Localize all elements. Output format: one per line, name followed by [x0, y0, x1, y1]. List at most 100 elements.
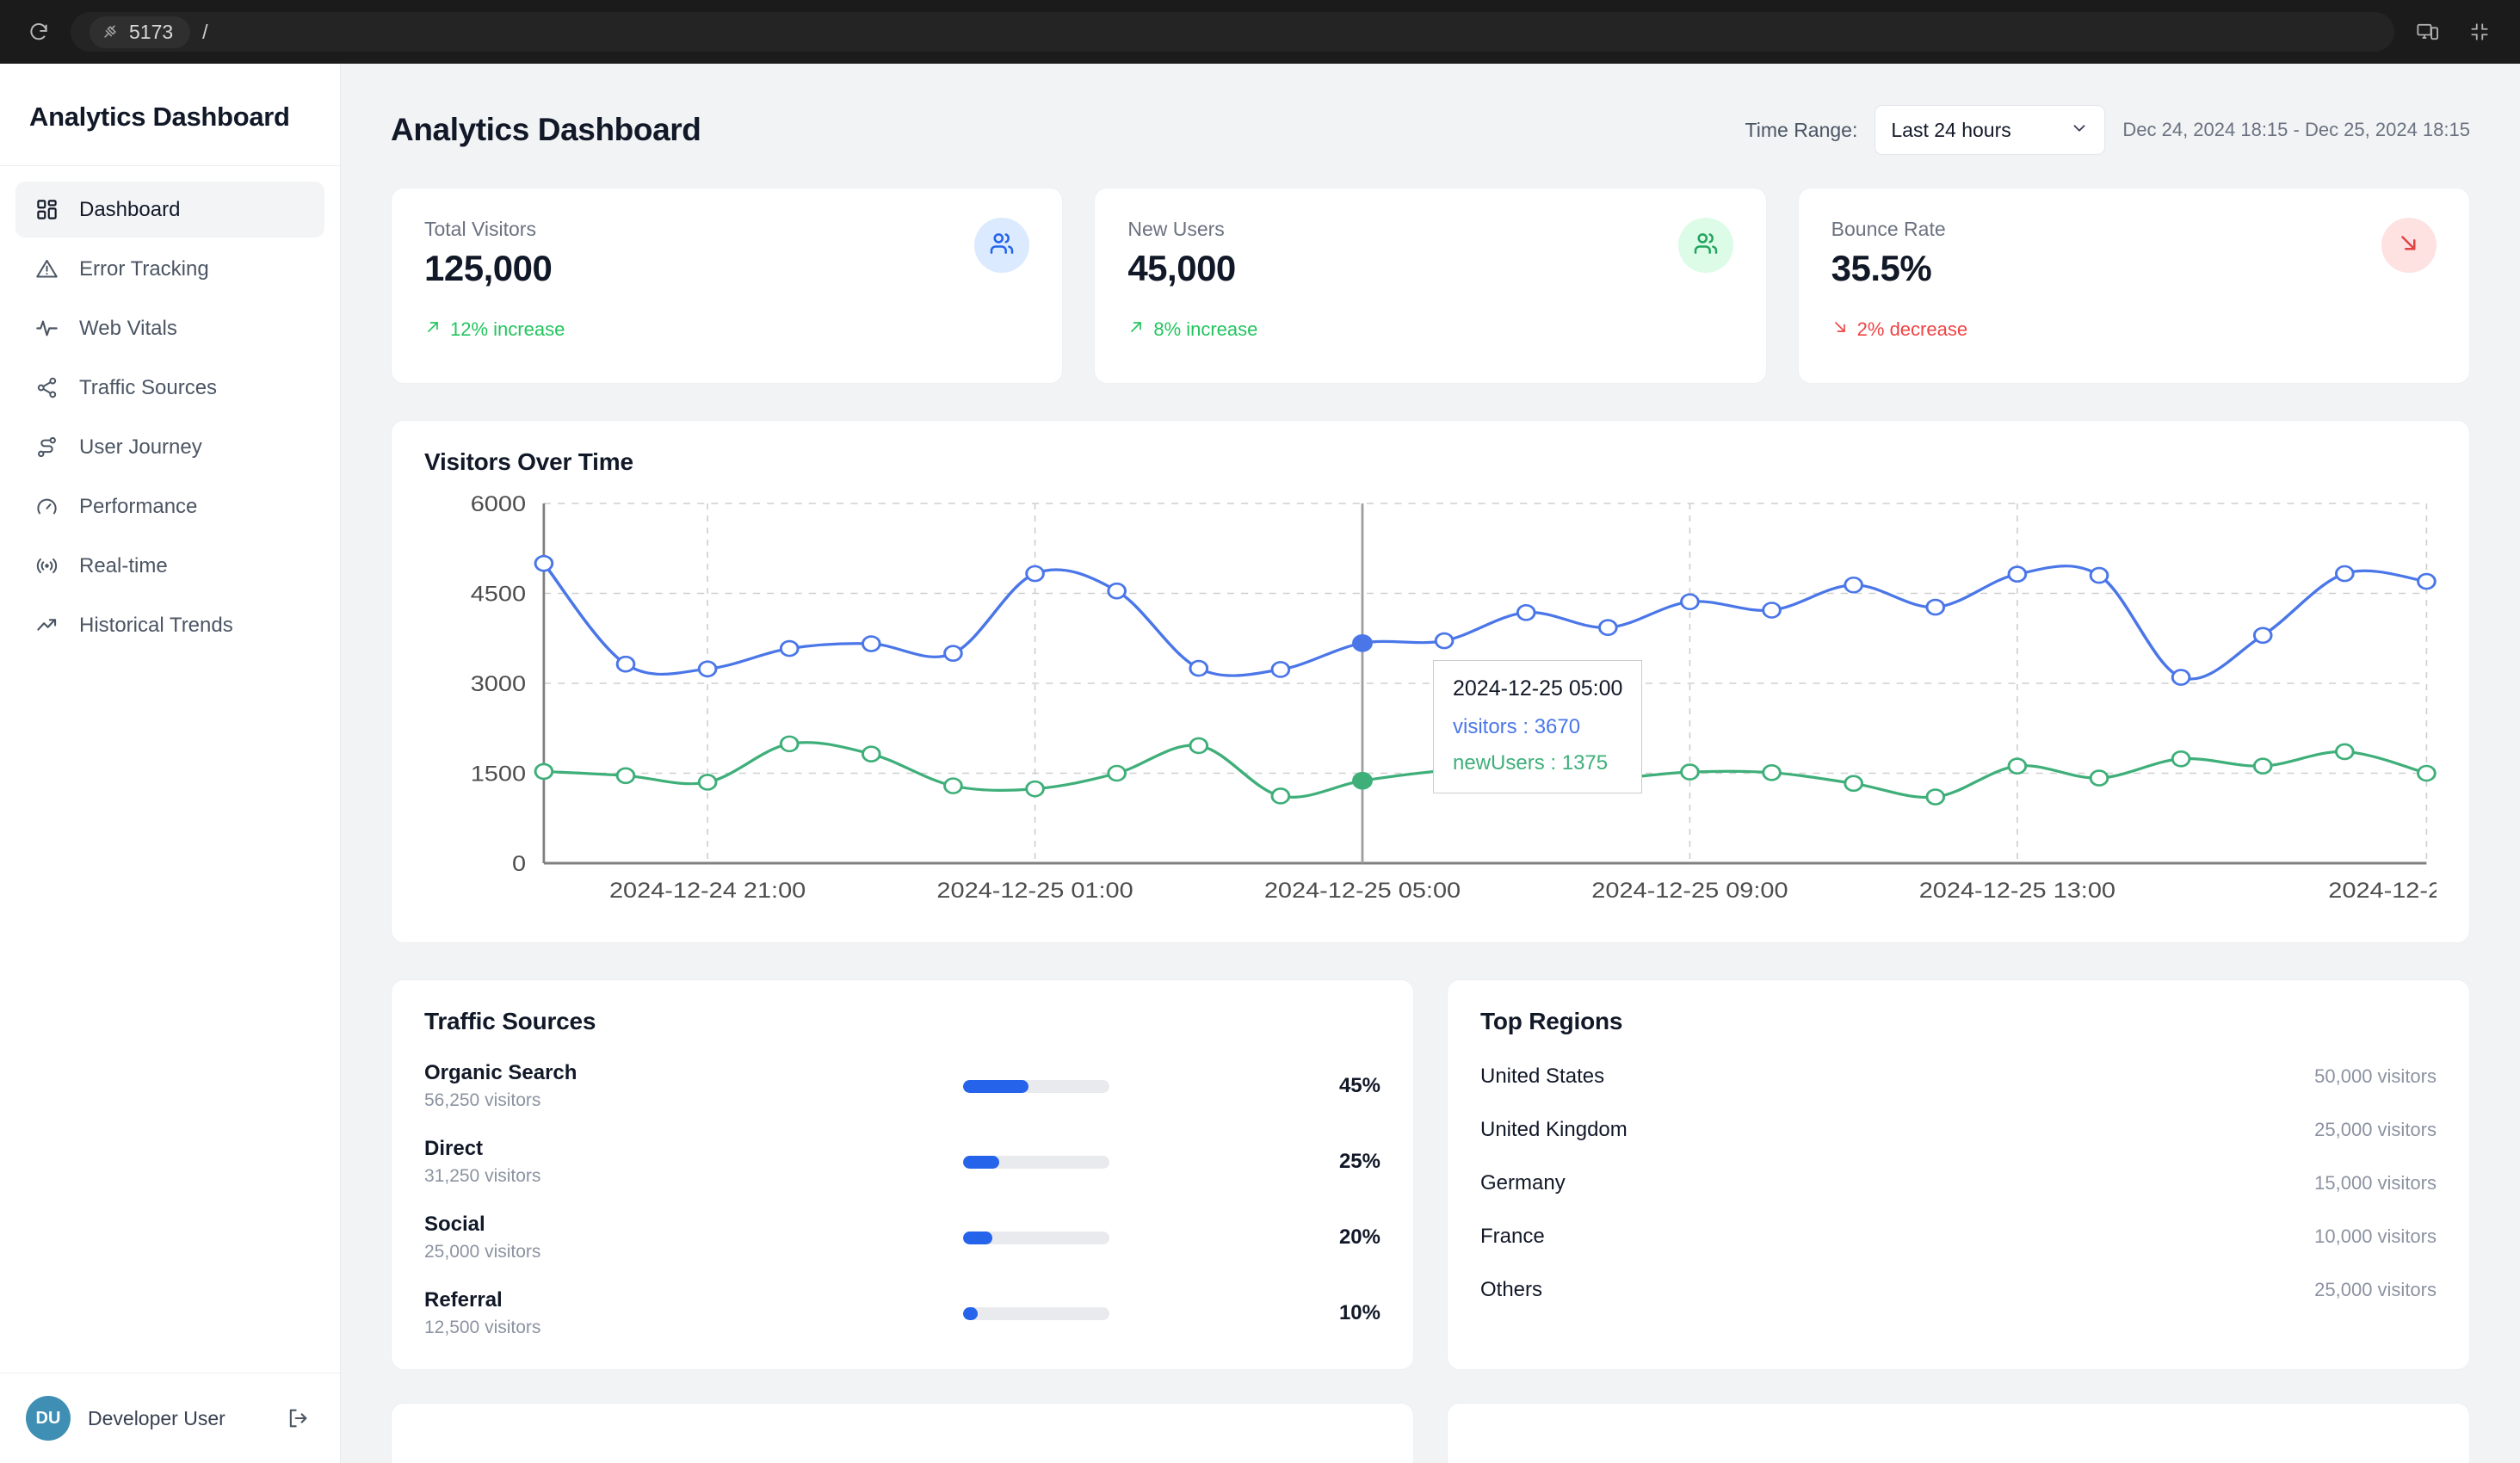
traffic-source-visitors: 12,500 visitors — [424, 1318, 769, 1338]
chart-point[interactable] — [2009, 567, 2026, 582]
browser-toolbar: 5173 / — [0, 0, 2520, 64]
region-name: France — [1480, 1225, 1545, 1249]
y-axis-tick: 6000 — [471, 492, 526, 516]
region-visitors: 15,000 visitors — [2314, 1172, 2437, 1194]
card-title: Top Regions — [1480, 1008, 2437, 1035]
chart-point[interactable] — [1436, 763, 1453, 778]
lower-card-right — [1447, 1403, 2470, 1463]
chart-point[interactable] — [781, 737, 798, 751]
progress-fill — [963, 1156, 1000, 1169]
traffic-source-row: Referral12,500 visitors10% — [424, 1288, 1380, 1338]
port-badge[interactable]: 5173 — [90, 16, 190, 48]
chart-point[interactable] — [1763, 765, 1781, 780]
stat-label: Total Visitors — [424, 218, 1029, 241]
chart-point[interactable] — [2418, 574, 2436, 589]
chart-point[interactable] — [1109, 766, 1126, 781]
sidebar-item-label: User Journey — [79, 435, 202, 460]
chart-point[interactable] — [1027, 781, 1044, 796]
chart-point[interactable] — [2336, 744, 2353, 759]
activity-icon — [33, 314, 61, 343]
stat-delta-text: 2% decrease — [1857, 318, 1967, 341]
unplugged-icon — [102, 23, 119, 40]
chart-point[interactable] — [535, 764, 553, 779]
line-chart[interactable]: 015003000450060002024-12-24 21:002024-12… — [424, 491, 2437, 917]
chart-point[interactable] — [862, 747, 880, 762]
sidebar-item-real-time[interactable]: Real-time — [15, 538, 324, 594]
sidebar-item-web-vitals[interactable]: Web Vitals — [15, 300, 324, 356]
chart-point[interactable] — [1272, 788, 1289, 803]
chart-point[interactable] — [2091, 771, 2108, 786]
progress-track — [963, 1307, 1109, 1320]
stat-badge — [1678, 218, 1733, 273]
progress-fill — [963, 1080, 1029, 1093]
chart-point[interactable] — [1599, 620, 1616, 635]
logout-icon[interactable] — [281, 1402, 314, 1435]
chart-point[interactable] — [1109, 583, 1126, 598]
chart-point[interactable] — [2336, 566, 2353, 581]
chart-point[interactable] — [617, 657, 634, 671]
address-bar[interactable]: 5173 / — [71, 12, 2394, 52]
region-visitors: 25,000 visitors — [2314, 1279, 2437, 1301]
chart-point[interactable] — [1927, 600, 1944, 614]
region-visitors: 25,000 visitors — [2314, 1119, 2437, 1141]
chart-point[interactable] — [2172, 751, 2190, 766]
page-title: Analytics Dashboard — [391, 112, 701, 148]
chart-point[interactable] — [862, 637, 880, 651]
chart-point[interactable] — [1845, 577, 1862, 592]
sidebar-item-label: Traffic Sources — [79, 376, 217, 400]
chart-point[interactable] — [945, 646, 962, 661]
chart-point[interactable] — [1027, 566, 1044, 581]
chart-point[interactable] — [1845, 776, 1862, 791]
stat-value: 125,000 — [424, 248, 1029, 289]
chart-point[interactable] — [945, 779, 962, 793]
chart-point[interactable] — [1927, 790, 1944, 805]
time-range-select[interactable]: Last 24 hours — [1875, 105, 2105, 155]
chart-point[interactable] — [1190, 661, 1208, 676]
x-axis-tick: 2024-12-25 01:00 — [936, 879, 1133, 903]
chart-point[interactable] — [2418, 766, 2436, 781]
bottom-panels: Traffic Sources Organic Search56,250 vis… — [391, 979, 2470, 1370]
chart-point[interactable] — [1272, 662, 1289, 676]
url-path: / — [202, 21, 207, 44]
share-icon — [33, 373, 61, 402]
chart-point[interactable] — [1682, 765, 1699, 780]
minimize-icon[interactable] — [2461, 14, 2498, 50]
traffic-source-row: Organic Search56,250 visitors45% — [424, 1061, 1380, 1111]
trending-up-icon — [33, 611, 61, 639]
chart-point[interactable] — [1354, 773, 1372, 788]
chart-point[interactable] — [2172, 670, 2190, 685]
traffic-source-info: Direct31,250 visitors — [424, 1137, 769, 1187]
x-axis-tick: 2024-12-25 18:00 — [2328, 879, 2437, 903]
chart-point[interactable] — [617, 769, 634, 783]
top-regions-panel: Top Regions United States50,000 visitors… — [1447, 979, 2470, 1370]
sidebar-item-error-tracking[interactable]: Error Tracking — [15, 241, 324, 297]
sidebar-item-user-journey[interactable]: User Journey — [15, 419, 324, 475]
region-row: United States50,000 visitors — [1480, 1065, 2437, 1089]
chart-point[interactable] — [1190, 738, 1208, 753]
chart-point[interactable] — [2009, 759, 2026, 774]
chart-point[interactable] — [1517, 759, 1535, 774]
chart-point[interactable] — [1763, 603, 1781, 618]
chart-point[interactable] — [2254, 759, 2271, 774]
chart-point[interactable] — [1354, 635, 1372, 651]
chart-point[interactable] — [2091, 568, 2108, 583]
users-icon — [988, 230, 1016, 262]
chart-point[interactable] — [699, 775, 716, 789]
sidebar-item-historical-trends[interactable]: Historical Trends — [15, 597, 324, 653]
sidebar-item-performance[interactable]: Performance — [15, 478, 324, 534]
sidebar-item-dashboard[interactable]: Dashboard — [15, 182, 324, 238]
chart-point[interactable] — [781, 641, 798, 656]
traffic-source-bar — [769, 1156, 1303, 1169]
traffic-source-bar — [769, 1080, 1303, 1093]
chart-point[interactable] — [1517, 605, 1535, 620]
reload-icon[interactable] — [22, 15, 55, 48]
chart-point[interactable] — [535, 556, 553, 571]
chart-point[interactable] — [2254, 628, 2271, 643]
chart-point[interactable] — [1599, 770, 1616, 785]
sidebar-item-traffic-sources[interactable]: Traffic Sources — [15, 360, 324, 416]
chart-point[interactable] — [1682, 595, 1699, 609]
chart-point[interactable] — [699, 662, 716, 676]
region-row: Others25,000 visitors — [1480, 1278, 2437, 1302]
chart-point[interactable] — [1436, 633, 1453, 648]
device-toolbar-icon[interactable] — [2410, 14, 2446, 50]
